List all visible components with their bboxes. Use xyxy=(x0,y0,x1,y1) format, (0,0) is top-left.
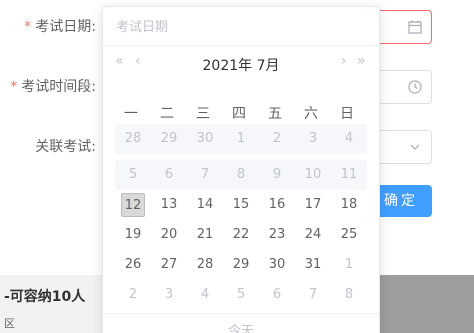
date-cell[interactable]: 3 xyxy=(151,280,187,310)
date-cell[interactable]: 18 xyxy=(331,190,367,220)
next-year-button[interactable]: » xyxy=(357,53,366,75)
date-cell[interactable]: 2 xyxy=(115,280,151,310)
date-cell[interactable]: 7 xyxy=(295,280,331,310)
date-cell[interactable]: 14 xyxy=(187,190,223,220)
date-cell[interactable]: 25 xyxy=(331,220,367,250)
chevron-down-icon xyxy=(407,139,423,155)
date-cell[interactable]: 31 xyxy=(295,250,331,280)
weekday-header: 一 二 三 四 五 六 日 xyxy=(113,103,371,123)
week-row: 28 29 30 1 2 3 4 xyxy=(115,124,367,154)
date-cell: 9 xyxy=(272,167,282,182)
date-cell: 30 xyxy=(196,131,214,146)
date-cell[interactable]: 4 xyxy=(187,280,223,310)
date-grid: 28 29 30 1 2 3 4 5 6 7 8 9 10 11 12 13 1… xyxy=(115,124,367,310)
weekday-fri: 五 xyxy=(268,106,282,122)
date-cell[interactable]: 22 xyxy=(223,220,259,250)
date-cell: 11 xyxy=(340,167,358,182)
date-cell[interactable]: 26 xyxy=(115,250,151,280)
date-cell[interactable]: 1 xyxy=(331,250,367,280)
date-picker-input[interactable]: 考试日期 xyxy=(103,7,379,41)
divider xyxy=(103,45,379,46)
calendar-icon xyxy=(407,19,423,35)
date-cell[interactable]: 27 xyxy=(151,250,187,280)
date-cell: 28 xyxy=(124,131,142,146)
weekday-tue: 二 xyxy=(160,106,174,122)
date-cell[interactable]: 21 xyxy=(187,220,223,250)
exam-date-label: * 考试日期: xyxy=(24,19,96,35)
date-cell: 10 xyxy=(304,167,322,182)
week-row: 26 27 28 29 30 31 1 xyxy=(115,250,367,280)
date-cell: 4 xyxy=(344,131,354,146)
date-cell: 29 xyxy=(160,131,178,146)
week-row: 5 6 7 8 9 10 11 xyxy=(115,160,367,190)
weekday-mon: 一 xyxy=(124,106,138,122)
date-cell[interactable]: 19 xyxy=(115,220,151,250)
week-row: 19 20 21 22 23 24 25 xyxy=(115,220,367,250)
date-cell: 1 xyxy=(236,131,246,146)
week-row: 12 13 14 15 16 17 18 xyxy=(115,190,367,220)
date-cell[interactable]: 16 xyxy=(259,190,295,220)
clock-icon xyxy=(407,79,423,95)
week-row: 2 3 4 5 6 7 8 xyxy=(115,280,367,310)
today-button[interactable]: 今天 xyxy=(103,320,379,333)
room-capacity-text: -可容纳10人 xyxy=(4,289,86,305)
date-cell[interactable]: 5 xyxy=(223,280,259,310)
date-cell: 7 xyxy=(200,167,210,182)
footer-divider xyxy=(103,313,379,314)
month-year-title: 2021年 7月 xyxy=(202,58,280,74)
date-cell[interactable]: 30 xyxy=(259,250,295,280)
date-cell: 2 xyxy=(272,131,282,146)
date-cell: 8 xyxy=(236,167,246,182)
date-cell[interactable]: 20 xyxy=(151,220,187,250)
related-exam-label: 关联考试: xyxy=(35,139,96,155)
area-text: 区 xyxy=(4,317,15,330)
next-month-button[interactable]: › xyxy=(341,53,347,75)
date-cell[interactable]: 29 xyxy=(223,250,259,280)
exam-period-label: * 考试时间段: xyxy=(10,79,96,95)
date-cell: 6 xyxy=(164,167,174,182)
weekday-thu: 四 xyxy=(232,106,246,122)
weekday-sat: 六 xyxy=(304,106,318,122)
date-cell[interactable]: 15 xyxy=(223,190,259,220)
weekday-wed: 三 xyxy=(196,106,210,122)
date-cell[interactable]: 8 xyxy=(331,280,367,310)
date-cell[interactable]: 24 xyxy=(295,220,331,250)
weekday-sun: 日 xyxy=(340,106,354,122)
date-cell[interactable]: 13 xyxy=(151,190,187,220)
date-cell[interactable]: 6 xyxy=(259,280,295,310)
date-cell[interactable]: 23 xyxy=(259,220,295,250)
date-cell: 3 xyxy=(308,131,318,146)
date-cell: 5 xyxy=(128,167,138,182)
date-picker-popup: 考试日期 « ‹ 2021年 7月 › » 一 二 三 四 五 六 日 28 2… xyxy=(102,6,380,333)
date-cell[interactable]: 28 xyxy=(187,250,223,280)
date-picker-placeholder: 考试日期 xyxy=(116,20,169,35)
date-cell-today[interactable]: 12 xyxy=(115,190,151,220)
date-cell[interactable]: 17 xyxy=(295,190,331,220)
